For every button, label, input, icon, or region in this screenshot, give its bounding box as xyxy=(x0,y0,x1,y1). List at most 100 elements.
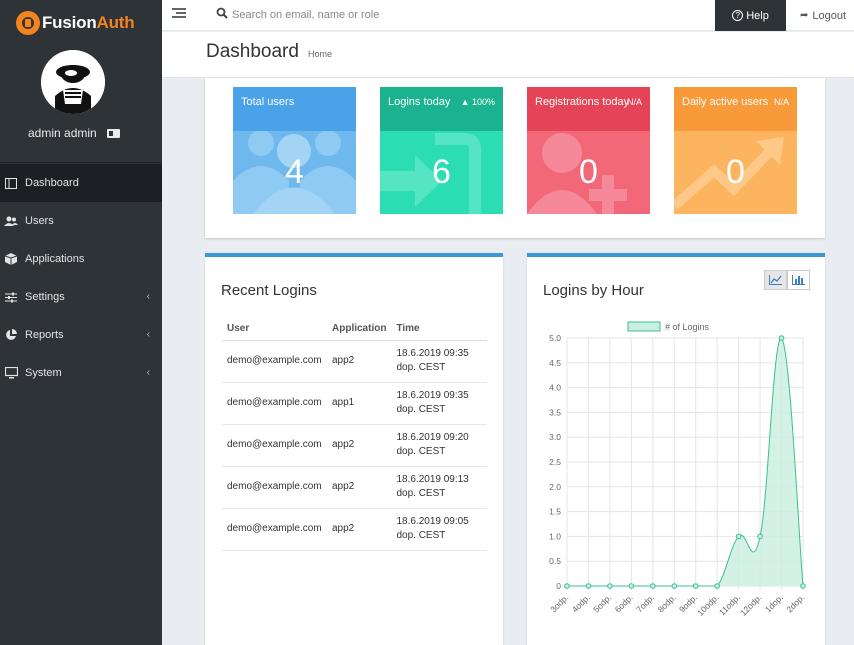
line-chart-toggle-button[interactable] xyxy=(764,270,787,290)
sidebar-item-applications[interactable]: Applications xyxy=(0,240,162,278)
top-bar: ? Help ➦ Logout xyxy=(162,0,854,31)
x-tick-label: 12odp. xyxy=(738,592,763,617)
cell-application: app1 xyxy=(327,382,392,425)
stat-header: Registrations today N/A xyxy=(527,87,650,131)
time-date: 18.6.2019 09:35 xyxy=(396,390,469,401)
data-point xyxy=(714,583,720,589)
stat-value: 6 xyxy=(432,153,451,191)
time-zone: dop. CEST xyxy=(396,404,446,415)
table-header-row: User Application Time xyxy=(222,318,487,341)
sidebar-item-settings[interactable]: Settings ‹ xyxy=(0,278,162,316)
y-tick-label: 3.5 xyxy=(549,407,561,417)
brand-name: FusionAuth xyxy=(42,13,135,32)
data-point xyxy=(607,583,613,589)
users-icon xyxy=(4,214,18,228)
chevron-left-icon: ‹ xyxy=(146,291,150,302)
breadcrumb[interactable]: Home xyxy=(308,49,332,59)
data-point xyxy=(628,583,635,589)
y-tick-label: 1.0 xyxy=(549,531,561,541)
recent-logins-card: Recent Logins User Application Time demo… xyxy=(205,253,503,645)
sidebar-item-reports[interactable]: Reports ‹ xyxy=(0,316,162,354)
data-point xyxy=(800,583,806,589)
sidebar-item-dashboard[interactable]: Dashboard xyxy=(0,164,162,202)
id-card-icon[interactable] xyxy=(106,128,120,138)
logout-button[interactable]: ➦ Logout xyxy=(800,0,846,31)
avatar[interactable] xyxy=(41,50,105,114)
legend-swatch xyxy=(627,321,661,332)
x-tick-label: 7odp. xyxy=(634,592,656,614)
stat-label: Logins today xyxy=(388,96,451,108)
chart-title: Logins by Hour xyxy=(543,282,644,299)
x-tick-label: 3odp. xyxy=(548,592,570,614)
stat-value: 0 xyxy=(726,153,745,191)
y-tick-label: 4.0 xyxy=(549,383,561,393)
y-tick-label: 2.5 xyxy=(549,457,561,467)
x-tick-label: 1dop. xyxy=(763,592,785,614)
y-tick-label: 5.0 xyxy=(549,333,561,343)
sidebar-item-system[interactable]: System ‹ xyxy=(0,354,162,392)
table-row[interactable]: demo@example.com app2 18.6.2019 09:35 dop. … xyxy=(222,340,487,383)
x-tick-label: 6odp. xyxy=(613,592,635,614)
sidebar-item-label: Users xyxy=(25,215,54,227)
time-zone: dop. CEST xyxy=(396,362,446,373)
data-point xyxy=(735,533,742,540)
data-point xyxy=(778,335,785,341)
cell-time: 18.6.2019 09:05 dop. CEST xyxy=(391,508,487,551)
stat-daily-active-users[interactable]: Daily active users N/A 0 xyxy=(674,87,797,214)
x-tick-label: 11odp. xyxy=(717,592,742,617)
stat-registrations-today[interactable]: Registrations today N/A 0 xyxy=(527,87,650,214)
sidebar: FusionAuth admin admin Dashboard Users A… xyxy=(0,0,162,645)
cell-time: 18.6.2019 09:35 dop. CEST xyxy=(391,340,487,383)
table-row[interactable]: demo@example.com app2 18.6.2019 09:05 dop. … xyxy=(222,508,487,551)
page-title: Dashboard xyxy=(206,41,299,62)
search-icon xyxy=(216,7,228,19)
bar-chart-toggle-button[interactable] xyxy=(787,270,810,290)
logins-by-hour-card: Logins by Hour # of Logins 0 0.5 1.0 1.5 2.0 2… xyxy=(527,253,825,645)
cell-application: app2 xyxy=(327,340,392,383)
x-tick-label: 4odp. xyxy=(570,592,592,614)
fusionauth-logo[interactable]: FusionAuth xyxy=(16,11,135,35)
stat-header: Total users xyxy=(233,87,356,131)
sidebar-item-label: System xyxy=(25,367,62,379)
user-profile[interactable]: admin admin xyxy=(28,126,120,140)
sidebar-item-label: Reports xyxy=(25,329,64,341)
stat-label: Registrations today xyxy=(535,96,630,108)
menu-toggle-icon[interactable] xyxy=(172,8,186,20)
table-row[interactable]: demo@example.com app2 18.6.2019 09:13 dop. … xyxy=(222,466,487,509)
stat-logins-today[interactable]: Logins today ▲ 100% 6 xyxy=(380,87,503,214)
stat-value: 0 xyxy=(579,153,598,191)
table-row[interactable]: demo@example.com app2 18.6.2019 09:20 dop. … xyxy=(222,424,487,467)
chart-type-toggle xyxy=(764,270,810,290)
recent-logins-title: Recent Logins xyxy=(221,282,317,299)
stat-total-users[interactable]: Total users 4 xyxy=(233,87,356,214)
stats-panel: Total users 4 Logins today ▲ 100% 6 Regi… xyxy=(205,78,825,238)
sidebar-divider xyxy=(0,162,162,163)
y-tick-label: 3.0 xyxy=(549,432,561,442)
monitor-icon xyxy=(4,366,18,380)
stat-badge: N/A xyxy=(773,97,789,107)
y-tick-label: 0 xyxy=(556,581,561,591)
recent-logins-table: User Application Time demo@example.com ap… xyxy=(222,318,487,551)
x-tick-label: 10odp. xyxy=(695,592,720,617)
time-date: 18.6.2019 09:35 xyxy=(396,348,469,359)
table-row[interactable]: demo@example.com app1 18.6.2019 09:35 dop. … xyxy=(222,382,487,425)
sidebar-nav: Dashboard Users Applications Settings ‹ xyxy=(0,164,162,392)
legend-label: # of Logins xyxy=(665,322,710,332)
sidebar-item-users[interactable]: Users xyxy=(0,202,162,240)
logout-icon: ➦ xyxy=(800,10,809,21)
cell-time: 18.6.2019 09:35 dop. CEST xyxy=(391,382,487,425)
help-button[interactable]: ? Help xyxy=(715,0,786,31)
help-icon: ? xyxy=(732,10,744,21)
cube-icon xyxy=(4,252,18,266)
y-tick-label: 4.5 xyxy=(549,358,561,368)
stat-header: Logins today ▲ 100% xyxy=(380,87,503,131)
cell-user: demo@example.com xyxy=(222,340,327,383)
cell-time: 18.6.2019 09:20 dop. CEST xyxy=(391,424,487,467)
cell-user: demo@example.com xyxy=(222,466,327,509)
search-input[interactable] xyxy=(232,6,532,24)
x-tick-label: 8odp. xyxy=(656,592,678,614)
column-header: User xyxy=(222,318,327,341)
stat-value: 4 xyxy=(285,153,304,191)
chevron-left-icon: ‹ xyxy=(146,329,150,340)
time-zone: dop. CEST xyxy=(396,488,446,499)
